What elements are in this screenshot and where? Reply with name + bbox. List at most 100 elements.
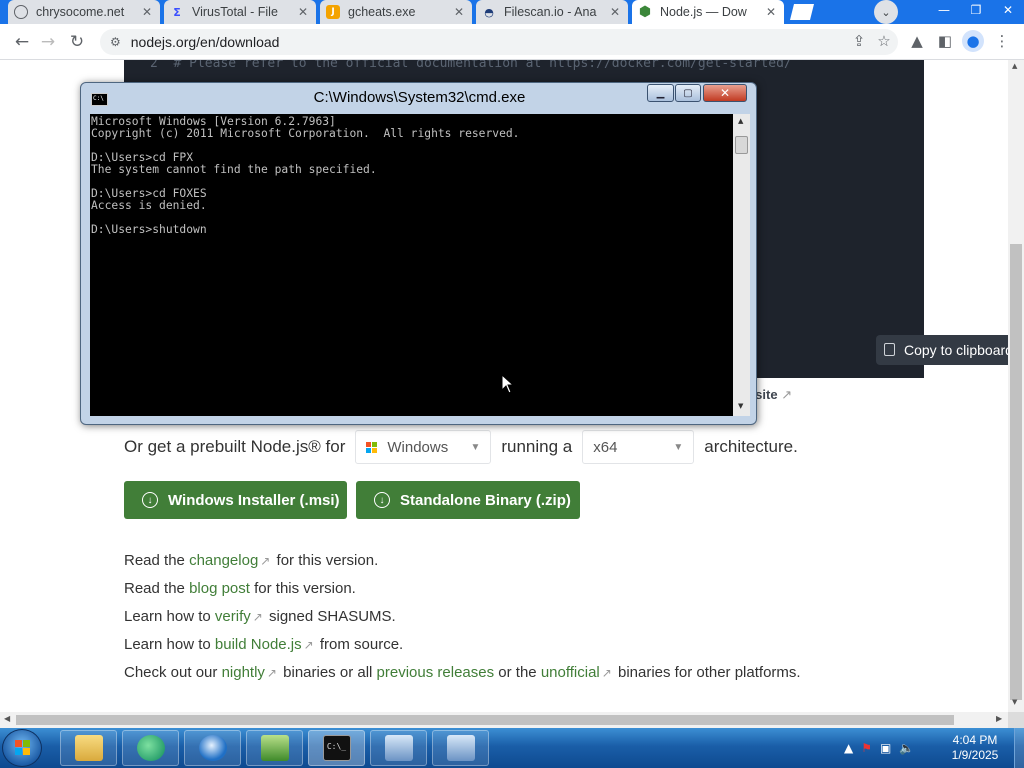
standalone-binary-button[interactable]: ↓ Standalone Binary (.zip) [356,481,580,519]
changelog-link[interactable]: changelog [189,552,258,569]
unofficial-link[interactable]: unofficial [541,664,600,681]
build-line: Learn how to build Node.js ↗ from source. [124,636,403,653]
tab-chrysocome[interactable]: chrysocome.net ✕ [8,0,160,24]
download-label: Windows Installer (.msi) [168,491,340,509]
scrollbar-corner [1008,712,1024,728]
scrollbar-thumb[interactable] [735,136,748,154]
share-icon[interactable]: ⇪ [848,30,870,52]
scrollbar-thumb[interactable] [16,715,954,725]
close-tab-icon[interactable]: ✕ [296,5,310,19]
tab-title: VirusTotal - File [192,5,278,19]
cmd-close-button[interactable]: ✕ [703,84,747,102]
show-hidden-icons-arrow-icon[interactable]: ▲ [844,741,853,755]
ie-taskbar-button[interactable] [184,730,241,766]
bookmark-star-icon[interactable]: ☆ [873,30,895,52]
edge-icon [136,735,165,761]
close-tab-icon[interactable]: ✕ [764,5,778,19]
remote-desktop-icon-2 [446,735,475,761]
close-tab-icon[interactable]: ✕ [608,5,622,19]
close-tab-icon[interactable]: ✕ [140,5,154,19]
tab-strip: chrysocome.net ✕ Σ VirusTotal - File ✕ J… [0,0,1024,24]
tab-virustotal[interactable]: Σ VirusTotal - File ✕ [164,0,316,24]
line-text: binaries for other platforms. [617,664,801,681]
line-text: from source. [319,636,404,653]
download-icon: ↓ [374,492,390,508]
start-button[interactable] [2,729,42,767]
profile-avatar-icon[interactable]: ● [962,30,984,52]
scroll-down-arrow-icon[interactable]: ▼ [1012,698,1017,706]
blog-post-link[interactable]: blog post [189,580,250,597]
changelog-line: Read the changelog ↗ for this version. [124,552,378,569]
remote-desktop-taskbar-button[interactable] [370,730,427,766]
windows-installer-button[interactable]: ↓ Windows Installer (.msi) [124,481,347,519]
network-icon [260,735,289,761]
previous-releases-link[interactable]: previous releases [377,664,495,681]
line-text: Learn how to [124,608,211,625]
cmd-window[interactable]: C:\ C:\Windows\System32\cmd.exe ▁ ▢ ✕ Mi… [80,82,757,425]
tab-search-button[interactable]: ⌄ [874,0,898,24]
reload-icon[interactable]: ↻ [66,32,88,52]
tab-filescan[interactable]: ◓ Filescan.io - Ana ✕ [476,0,628,24]
console-scrollbar[interactable]: ▲ ▼ [733,114,750,416]
page-vertical-scrollbar[interactable]: ▲ ▼ [1008,60,1024,712]
chevron-down-icon: ▼ [470,441,481,453]
blog-line: Read the blog post for this version. [124,580,356,597]
volume-icon[interactable]: 🔈 [899,741,914,755]
forward-arrow-icon[interactable]: → [37,32,59,52]
line-text: for this version. [254,580,356,597]
scroll-up-arrow-icon[interactable]: ▲ [738,117,743,125]
network-taskbar-button[interactable] [246,730,303,766]
show-desktop-button[interactable] [1014,728,1024,768]
explorer-taskbar-button[interactable] [60,730,117,766]
copy-to-clipboard-button[interactable]: Copy to clipboard [876,335,1008,365]
menu-kebab-icon[interactable]: ⋮ [991,30,1013,52]
restore-icon[interactable]: ❐ [960,0,992,20]
network-status-icon[interactable]: ▣ [880,741,891,755]
remote-desktop-icon [384,735,413,761]
external-link-icon: ↗ [303,638,314,652]
download-label: Standalone Binary (.zip) [400,491,571,509]
site-info-icon[interactable]: ⚙ [110,35,121,49]
close-icon[interactable]: ✕ [992,0,1024,20]
scroll-right-arrow-icon[interactable]: ▶ [996,714,1002,723]
os-select[interactable]: Windows ▼ [355,430,492,464]
scroll-down-arrow-icon[interactable]: ▼ [738,402,743,410]
new-tab-icon [790,4,814,20]
taskbar-clock[interactable]: 4:04 PM 1/9/2025 [940,733,1010,763]
cmd-taskbar-button[interactable]: C:\_ [308,730,365,766]
line-number: 2 [150,60,158,71]
remote-desktop-taskbar-button-2[interactable] [432,730,489,766]
prebuilt-prefix: Or get a prebuilt Node.js® for [124,437,346,456]
explorer-icon [74,735,103,761]
back-arrow-icon[interactable]: ← [11,32,33,52]
console-output[interactable]: Microsoft Windows [Version 6.2.7963] Cop… [90,114,733,416]
side-panel-icon[interactable]: ◧ [934,30,956,52]
tab-gcheats[interactable]: J gcheats.exe ✕ [320,0,472,24]
cmd-minimize-button[interactable]: ▁ [647,84,674,102]
tab-nodejs[interactable]: ⬢ Node.js — Dow ✕ [632,0,784,24]
code-line: 2 # Please refer to the official documen… [150,60,792,71]
page-horizontal-scrollbar[interactable]: ◀ ▶ [0,712,1008,728]
arch-select[interactable]: x64 ▼ [582,430,695,464]
mouse-cursor-icon [501,374,515,394]
address-bar[interactable]: ⚙ nodejs.org/en/download [100,29,898,55]
edge-taskbar-button[interactable] [122,730,179,766]
close-tab-icon[interactable]: ✕ [452,5,466,19]
new-tab-button[interactable] [788,2,828,22]
build-nodejs-link[interactable]: build Node.js [215,636,302,653]
scroll-left-arrow-icon[interactable]: ◀ [4,714,10,723]
action-center-flag-icon[interactable]: ⚑ [861,741,872,755]
minimize-icon[interactable]: — [928,0,960,20]
verify-line: Learn how to verify ↗ signed SHASUMS. [124,608,396,625]
scrollbar-thumb[interactable] [1010,244,1022,700]
clock-date: 1/9/2025 [951,748,999,762]
os-select-value: Windows [387,438,449,456]
nightly-link[interactable]: nightly [222,664,265,681]
labs-flask-icon[interactable]: ▲ [906,30,928,52]
line-text: Learn how to [124,636,211,653]
line-text: for this version. [276,552,379,569]
verify-link[interactable]: verify [215,608,251,625]
tab-title: Node.js — Dow [660,5,747,19]
scroll-up-arrow-icon[interactable]: ▲ [1012,62,1017,70]
cmd-maximize-button[interactable]: ▢ [675,84,701,102]
